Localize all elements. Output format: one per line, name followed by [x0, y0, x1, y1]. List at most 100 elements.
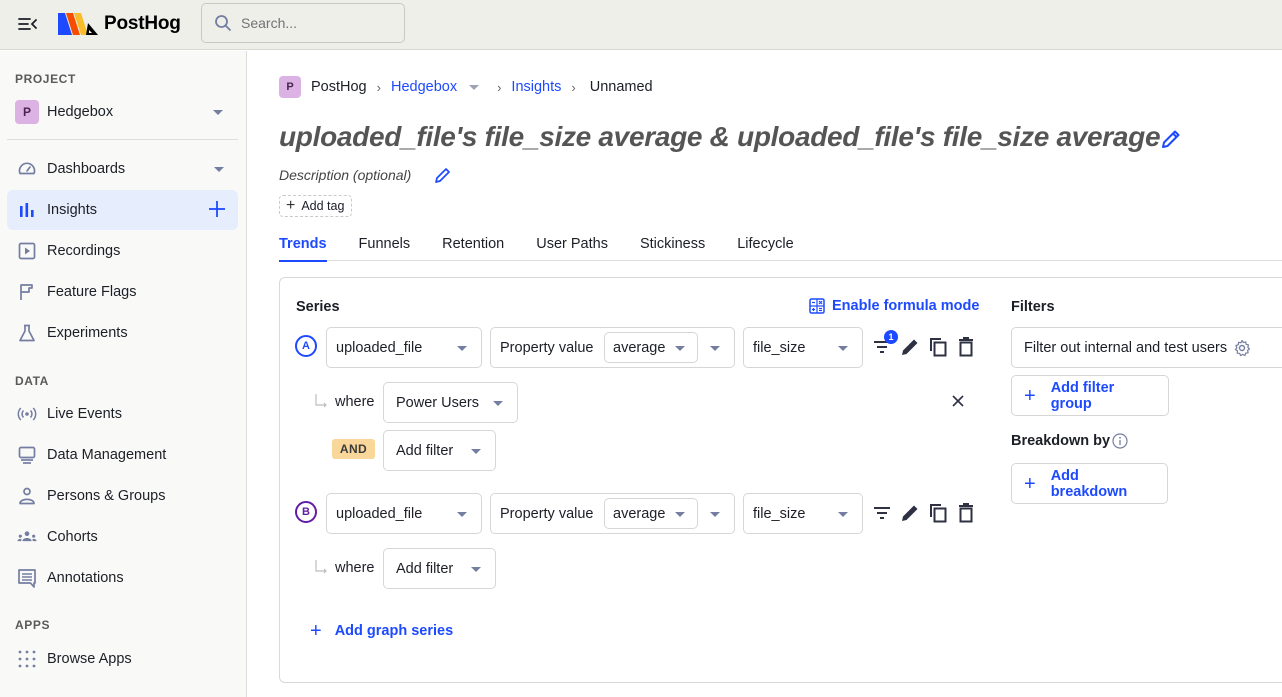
- gear-icon[interactable]: [1233, 339, 1251, 357]
- sidebar-item-annotations[interactable]: Annotations: [7, 558, 238, 598]
- sidebar-item-data-management[interactable]: Data Management: [7, 435, 238, 475]
- series-a-add-filter-select[interactable]: Add filter: [383, 430, 496, 471]
- sidebar-item-cohorts[interactable]: Cohorts: [7, 517, 238, 557]
- chevron-down-icon: [493, 401, 503, 406]
- series-b-property-select[interactable]: file_size: [743, 493, 863, 534]
- series-a-property-select[interactable]: file_size: [743, 327, 863, 368]
- sidebar-item-experiments[interactable]: Experiments: [7, 313, 238, 353]
- aggregation-value: average: [613, 339, 666, 356]
- project-name: Hedgebox: [47, 104, 114, 120]
- sidebar: PROJECT P Hedgebox Dashboards Insights R…: [0, 51, 247, 697]
- chevron-down-icon[interactable]: [469, 84, 480, 90]
- sidebar-item-insights[interactable]: Insights: [7, 190, 238, 230]
- breadcrumb-separator: ›: [376, 79, 381, 95]
- series-a-filter-button[interactable]: 1: [871, 330, 898, 358]
- chevron-down-icon: [710, 512, 720, 517]
- plus-icon: +: [1024, 384, 1036, 407]
- edit-description-pencil-icon[interactable]: [434, 166, 452, 184]
- tab-funnels[interactable]: Funnels: [359, 229, 411, 261]
- comment-icon: [17, 568, 37, 588]
- sidebar-item-persons-groups[interactable]: Persons & Groups: [7, 476, 238, 516]
- tab-retention[interactable]: Retention: [442, 229, 504, 261]
- add-graph-series-button[interactable]: + Add graph series: [310, 621, 453, 641]
- series-b-filter-button[interactable]: [871, 502, 893, 524]
- add-filter-label: Add filter: [396, 560, 454, 577]
- insight-type-tabs: Trends Funnels Retention User Paths Stic…: [279, 229, 1282, 262]
- flask-icon: [17, 323, 37, 343]
- chevron-down-icon[interactable]: [214, 167, 224, 172]
- top-bar: PostHog: [0, 0, 1282, 50]
- info-icon[interactable]: [1112, 433, 1128, 449]
- formula-mode-label: Enable formula mode: [832, 298, 980, 314]
- series-a-duplicate-button[interactable]: [927, 336, 949, 358]
- series-b-delete-button[interactable]: [955, 502, 977, 524]
- sidebar-item-recordings[interactable]: Recordings: [7, 231, 238, 271]
- chevron-down-icon: [213, 110, 223, 115]
- project-switcher[interactable]: P Hedgebox: [15, 100, 237, 124]
- property-name: file_size: [753, 505, 806, 522]
- sidebar-item-label: Dashboards: [47, 161, 126, 177]
- series-b-duplicate-button[interactable]: [927, 502, 949, 524]
- breadcrumb-insights[interactable]: Insights: [511, 79, 561, 95]
- add-filter-group-label: Add filter group: [1050, 379, 1115, 412]
- posthog-logo[interactable]: PostHog: [58, 12, 181, 36]
- remove-filter-close-icon[interactable]: [950, 393, 966, 409]
- sidebar-item-dashboards[interactable]: Dashboards: [7, 149, 238, 189]
- main-content: P PostHog › Hedgebox › Insights › Unname…: [248, 51, 1282, 697]
- copy-icon: [930, 338, 947, 357]
- breadcrumb-org[interactable]: PostHog: [311, 79, 367, 95]
- series-b-badge: B: [295, 501, 317, 523]
- series-b-rename-button[interactable]: [899, 502, 921, 524]
- search-input[interactable]: [241, 15, 391, 31]
- monitor-icon: [17, 445, 37, 465]
- event-name: uploaded_file: [336, 505, 423, 522]
- series-a-badge: A: [295, 335, 317, 357]
- breadcrumb-project[interactable]: Hedgebox: [391, 79, 457, 95]
- sidebar-item-label: Cohorts: [47, 529, 98, 545]
- series-b-event-select[interactable]: uploaded_file: [326, 493, 482, 534]
- aggregation-value: average: [613, 505, 666, 522]
- tab-user-paths[interactable]: User Paths: [536, 229, 608, 261]
- series-b-add-filter-select[interactable]: Add filter: [383, 548, 496, 589]
- series-b-aggregation-select[interactable]: average: [604, 498, 698, 529]
- broadcast-icon: [17, 404, 37, 424]
- breadcrumb: P PostHog › Hedgebox › Insights › Unname…: [279, 76, 653, 98]
- where-label: where: [335, 394, 375, 410]
- math-label: Property value: [500, 339, 594, 356]
- logo-text: PostHog: [104, 13, 181, 34]
- sidebar-item-label: Annotations: [47, 570, 124, 586]
- calculator-icon: [809, 298, 825, 314]
- tab-stickiness[interactable]: Stickiness: [640, 229, 705, 261]
- person-icon: [17, 486, 37, 506]
- add-filter-label: Add filter: [396, 442, 454, 459]
- sidebar-toggle-icon[interactable]: [17, 15, 39, 33]
- insight-title[interactable]: uploaded_file's file_size average & uplo…: [279, 121, 1161, 153]
- series-a-aggregation-select[interactable]: average: [604, 332, 698, 363]
- filters-heading: Filters: [1011, 299, 1055, 315]
- search-box[interactable]: [201, 3, 405, 43]
- tab-trends[interactable]: Trends: [279, 229, 327, 262]
- grid-dots-icon: [17, 649, 37, 669]
- project-avatar: P: [15, 100, 39, 124]
- sidebar-item-feature-flags[interactable]: Feature Flags: [7, 272, 238, 312]
- tab-lifecycle[interactable]: Lifecycle: [737, 229, 793, 261]
- series-a-filter-power-users[interactable]: Power Users: [383, 382, 518, 423]
- series-a-event-select[interactable]: uploaded_file: [326, 327, 482, 368]
- series-a-math-select[interactable]: Property value average: [490, 327, 735, 368]
- series-b-math-select[interactable]: Property value average: [490, 493, 735, 534]
- add-breakdown-button[interactable]: + Add breakdown: [1011, 463, 1168, 504]
- org-avatar: P: [279, 76, 301, 98]
- add-filter-group-button[interactable]: + Add filter group: [1011, 375, 1169, 416]
- test-accounts-filter[interactable]: Filter out internal and test users: [1011, 327, 1282, 368]
- series-a-rename-button[interactable]: [899, 336, 921, 358]
- sidebar-item-browse-apps[interactable]: Browse Apps: [7, 639, 238, 679]
- edit-title-pencil-icon[interactable]: [1160, 128, 1182, 150]
- enable-formula-mode-button[interactable]: Enable formula mode: [809, 298, 979, 314]
- where-label: where: [335, 560, 375, 576]
- pencil-icon: [902, 505, 918, 521]
- series-a-delete-button[interactable]: [955, 336, 977, 358]
- plus-icon[interactable]: [208, 200, 226, 218]
- add-tag-button[interactable]: + Add tag: [279, 195, 353, 217]
- description-field[interactable]: Description (optional): [279, 167, 411, 183]
- sidebar-item-live-events[interactable]: Live Events: [7, 394, 238, 434]
